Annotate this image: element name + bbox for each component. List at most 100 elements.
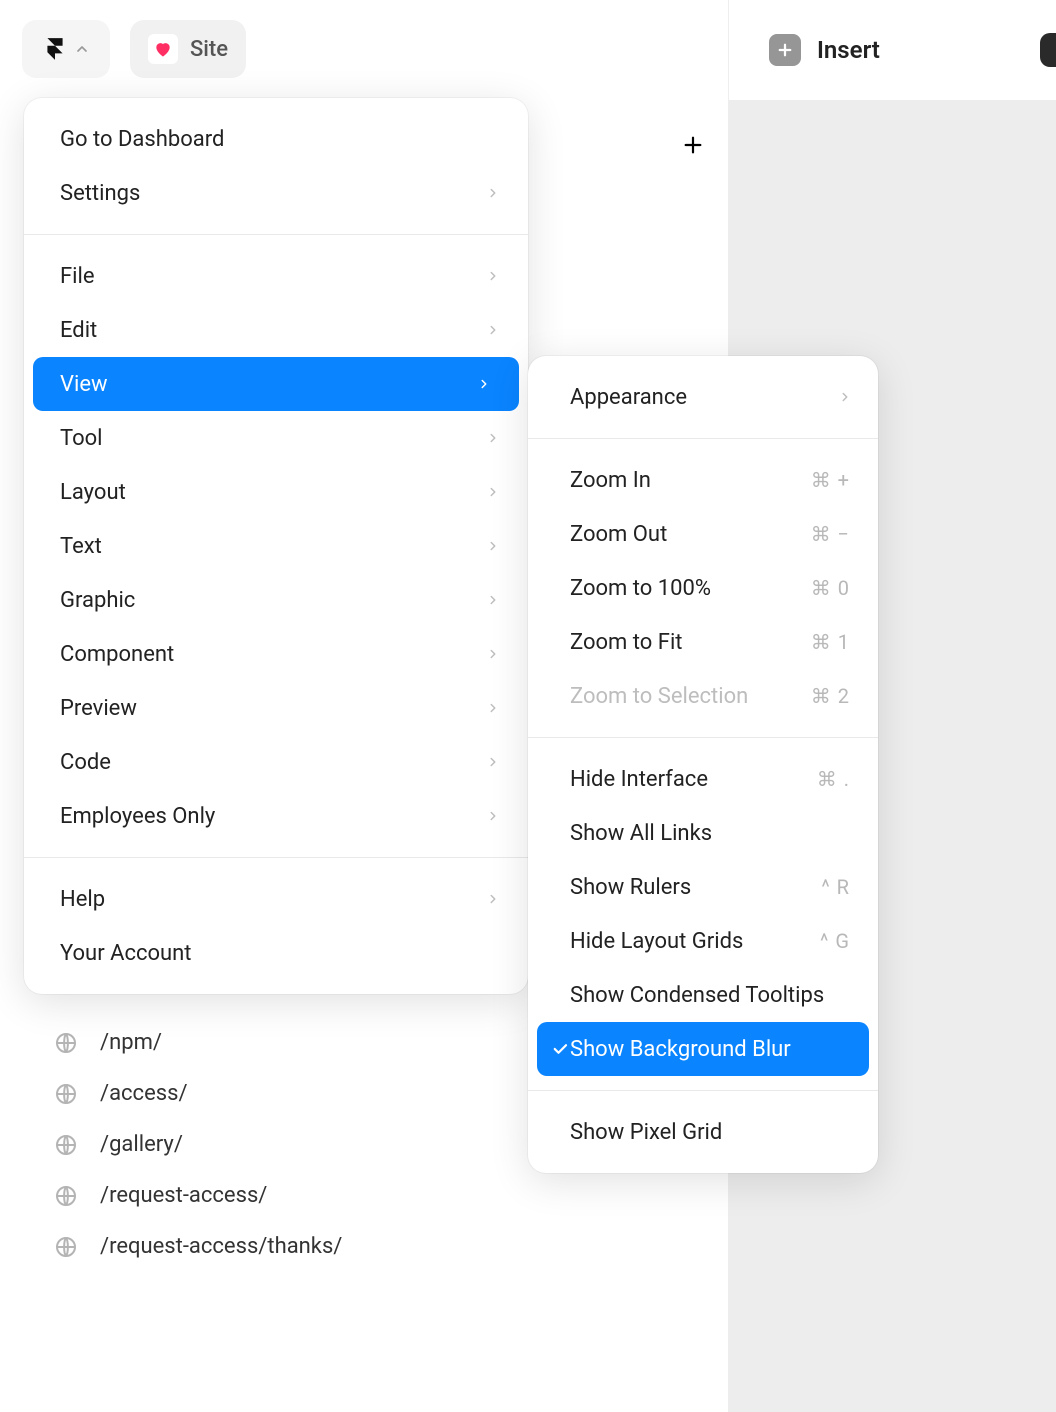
submenu-label: Appearance [570,385,687,410]
plus-icon [769,34,801,66]
submenu-item-bg-blur[interactable]: Show Background Blur [537,1022,869,1076]
menu-item-layout[interactable]: Layout [24,465,528,519]
submenu-item-hide-grids[interactable]: Hide Layout Grids ^ G [528,914,878,968]
framer-logo-icon [42,36,68,62]
chevron-right-icon [486,269,500,283]
chevron-right-icon [486,323,500,337]
shortcut: ⌘ + [811,468,850,492]
submenu-label: Show Rulers [570,875,691,900]
app-menu-dropdown: Go to Dashboard Settings File Edit View … [24,98,528,994]
add-page-icon[interactable] [682,134,704,156]
page-item[interactable]: /gallery/ [54,1132,342,1157]
chevron-up-icon [74,41,90,57]
menu-separator [528,1090,878,1091]
page-list: /npm/ /access/ /gallery/ /request-access… [54,1030,342,1259]
check-icon [551,1040,569,1058]
menu-item-help[interactable]: Help [24,872,528,926]
chevron-right-icon [486,186,500,200]
menu-item-employees[interactable]: Employees Only [24,789,528,843]
globe-icon [54,1031,78,1055]
chevron-right-icon [486,755,500,769]
menu-separator [528,438,878,439]
page-path: /gallery/ [100,1132,183,1157]
insert-button[interactable]: Insert [769,34,880,66]
menu-label: View [60,372,108,397]
submenu-label: Hide Layout Grids [570,929,743,954]
menu-item-component[interactable]: Component [24,627,528,681]
menu-label: Settings [60,181,140,206]
chevron-right-icon [486,539,500,553]
menu-item-settings[interactable]: Settings [24,166,528,220]
app-menu-button[interactable] [22,20,110,78]
menu-label: Your Account [60,941,192,966]
submenu-item-appearance[interactable]: Appearance [528,370,878,424]
menu-item-graphic[interactable]: Graphic [24,573,528,627]
submenu-label: Show All Links [570,821,712,846]
chevron-right-icon [486,809,500,823]
submenu-label: Show Pixel Grid [570,1120,722,1145]
globe-icon [54,1184,78,1208]
shortcut: ⌘ 1 [811,630,850,654]
shortcut: ⌘ . [817,767,850,791]
shortcut: ⌘ 2 [811,684,850,708]
menu-label: Graphic [60,588,135,613]
submenu-label: Zoom In [570,468,651,493]
shortcut: ^ R [821,875,850,899]
chevron-right-icon [486,593,500,607]
submenu-label: Zoom to Fit [570,630,683,655]
menu-label: Component [60,642,174,667]
right-toolbar: Insert [728,0,1056,100]
submenu-item-zoom-100[interactable]: Zoom to 100% ⌘ 0 [528,561,878,615]
menu-label: Preview [60,696,137,721]
menu-label: Go to Dashboard [60,127,224,152]
page-item[interactable]: /npm/ [54,1030,342,1055]
menu-item-dashboard[interactable]: Go to Dashboard [24,112,528,166]
chevron-right-icon [486,485,500,499]
chevron-right-icon [477,377,491,391]
submenu-label: Hide Interface [570,767,708,792]
menu-separator [24,857,528,858]
menu-item-text[interactable]: Text [24,519,528,573]
insert-label: Insert [817,36,880,64]
menu-item-edit[interactable]: Edit [24,303,528,357]
submenu-item-show-rulers[interactable]: Show Rulers ^ R [528,860,878,914]
shortcut: ^ G [820,929,850,953]
page-item[interactable]: /request-access/thanks/ [54,1234,342,1259]
submenu-item-zoom-fit[interactable]: Zoom to Fit ⌘ 1 [528,615,878,669]
page-item[interactable]: /request-access/ [54,1183,342,1208]
page-item[interactable]: /access/ [54,1081,342,1106]
heart-icon [148,34,178,64]
menu-item-view[interactable]: View [33,357,519,411]
submenu-item-zoom-out[interactable]: Zoom Out⌘ − [528,507,878,561]
globe-icon [54,1235,78,1259]
submenu-item-hide-interface[interactable]: Hide Interface ⌘ . [528,752,878,806]
menu-item-preview[interactable]: Preview [24,681,528,735]
menu-item-tool[interactable]: Tool [24,411,528,465]
chevron-right-icon [838,390,852,404]
page-path: /request-access/thanks/ [100,1234,342,1259]
view-submenu: Appearance Zoom In ⌘ + Zoom Out⌘ − Zoom t… [528,356,878,1173]
shortcut: ⌘ 0 [811,576,850,600]
menu-label: Tool [60,426,103,451]
menu-separator [24,234,528,235]
submenu-label: Show Background Blur [570,1037,791,1062]
submenu-label: Zoom to 100% [570,576,711,601]
chevron-right-icon [486,431,500,445]
menu-label: File [60,264,95,289]
submenu-item-condensed-tooltips[interactable]: Show Condensed Tooltips [528,968,878,1022]
menu-item-file[interactable]: File [24,249,528,303]
page-path: /npm/ [100,1030,162,1055]
globe-icon [54,1133,78,1157]
right-edge-tab[interactable] [1040,33,1056,67]
submenu-label: Zoom Out [570,522,667,547]
submenu-label: Zoom to Selection [570,684,748,709]
menu-label: Edit [60,318,97,343]
menu-item-code[interactable]: Code [24,735,528,789]
submenu-item-zoom-in[interactable]: Zoom In ⌘ + [528,453,878,507]
menu-item-account[interactable]: Your Account [24,926,528,980]
page-path: /request-access/ [100,1183,267,1208]
submenu-item-show-links[interactable]: Show All Links [528,806,878,860]
site-switcher-button[interactable]: Site [130,20,246,78]
submenu-item-pixel-grid[interactable]: Show Pixel Grid [528,1105,878,1159]
menu-label: Help [60,887,105,912]
